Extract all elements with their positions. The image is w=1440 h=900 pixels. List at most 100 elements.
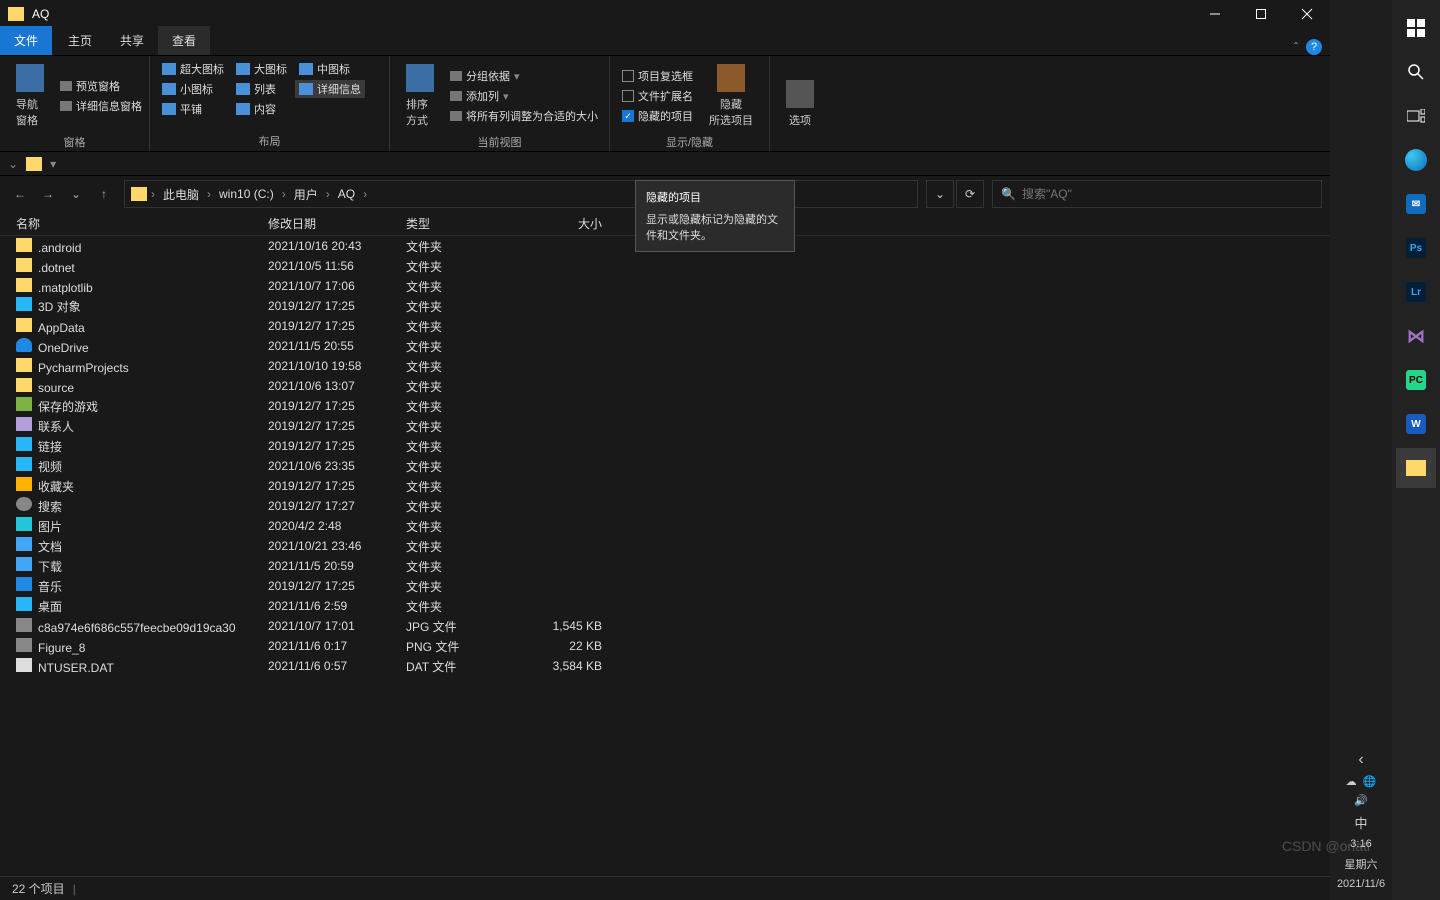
word-icon[interactable]: W xyxy=(1396,404,1436,444)
file-type: 文件夹 xyxy=(406,518,522,535)
chevron-right-icon[interactable]: › xyxy=(205,187,213,201)
network-tray-icon[interactable]: 🌐 xyxy=(1363,775,1377,788)
table-row[interactable]: 下载2021/11/5 20:59文件夹 xyxy=(0,556,1330,576)
layout-list[interactable]: 列表 xyxy=(232,80,291,98)
col-type[interactable]: 类型 xyxy=(406,215,522,232)
col-size[interactable]: 大小 xyxy=(522,215,602,232)
layout-md[interactable]: 中图标 xyxy=(295,60,365,78)
address-dropdown-button[interactable]: ⌄ xyxy=(926,180,954,208)
preview-pane-button[interactable]: 预览窗格 xyxy=(56,77,146,95)
layout-det-label: 详细信息 xyxy=(317,81,361,97)
tab-share[interactable]: 共享 xyxy=(106,26,158,55)
file-icon xyxy=(16,517,32,531)
volume-tray-icon[interactable]: 🔊 xyxy=(1354,794,1368,807)
table-row[interactable]: 文档2021/10/21 23:46文件夹 xyxy=(0,536,1330,556)
search-button[interactable] xyxy=(1396,52,1436,92)
chevron-right-icon[interactable]: › xyxy=(324,187,332,201)
table-row[interactable]: 视频2021/10/6 23:35文件夹 xyxy=(0,456,1330,476)
table-row[interactable]: c8a974e6f686c557feecbe09d19ca302021/10/7… xyxy=(0,616,1330,636)
hidden-items-toggle[interactable]: ✓隐藏的项目 xyxy=(618,107,697,125)
watermark: CSDN @oriatl xyxy=(1282,838,1370,854)
help-icon[interactable]: ? xyxy=(1306,39,1322,55)
table-row[interactable]: AppData2019/12/7 17:25文件夹 xyxy=(0,316,1330,336)
groupby-button[interactable]: 分组依据 ▾ xyxy=(446,67,602,85)
layout-sm[interactable]: 小图标 xyxy=(158,80,228,98)
breadcrumb-pc[interactable]: 此电脑 xyxy=(159,186,203,203)
group-show-label: 显示/隐藏 xyxy=(618,132,761,150)
folder-icon[interactable] xyxy=(26,157,42,171)
sort-button[interactable]: 排序方式 xyxy=(398,60,442,132)
breadcrumb-drive[interactable]: win10 (C:) xyxy=(215,187,278,201)
chevron-right-icon[interactable]: › xyxy=(149,187,157,201)
up-button[interactable]: ↑ xyxy=(92,182,116,206)
layout-content[interactable]: 内容 xyxy=(232,100,291,118)
table-row[interactable]: 图片2020/4/2 2:48文件夹 xyxy=(0,516,1330,536)
chevron-down-icon[interactable]: ⌄ xyxy=(8,157,18,171)
lightroom-icon[interactable]: Lr xyxy=(1396,272,1436,312)
address-bar[interactable]: › 此电脑 › win10 (C:) › 用户 › AQ › xyxy=(124,180,918,208)
table-row[interactable]: 3D 对象2019/12/7 17:25文件夹 xyxy=(0,296,1330,316)
onedrive-tray-icon[interactable]: ☁ xyxy=(1346,775,1357,788)
fitcols-button[interactable]: 将所有列调整为合适的大小 xyxy=(446,107,602,125)
breadcrumb-users[interactable]: 用户 xyxy=(290,186,322,203)
edge-icon[interactable] xyxy=(1396,140,1436,180)
window-title: AQ xyxy=(32,7,49,21)
table-row[interactable]: .dotnet2021/10/5 11:56文件夹 xyxy=(0,256,1330,276)
table-row[interactable]: 搜索2019/12/7 17:27文件夹 xyxy=(0,496,1330,516)
pycharm-icon[interactable]: PC xyxy=(1396,360,1436,400)
tab-file[interactable]: 文件 xyxy=(0,26,52,55)
table-row[interactable]: 联系人2019/12/7 17:25文件夹 xyxy=(0,416,1330,436)
ime-indicator[interactable]: 中 xyxy=(1354,813,1367,832)
table-row[interactable]: PycharmProjects2021/10/10 19:58文件夹 xyxy=(0,356,1330,376)
nav-pane-button[interactable]: 导航窗格 xyxy=(8,60,52,132)
table-row[interactable]: Figure_82021/11/6 0:17PNG 文件22 KB xyxy=(0,636,1330,656)
chevron-right-icon[interactable]: › xyxy=(280,187,288,201)
item-checkboxes-toggle[interactable]: 项目复选框 xyxy=(618,67,697,85)
table-row[interactable]: NTUSER.DAT2021/11/6 0:57DAT 文件3,584 KB xyxy=(0,656,1330,676)
taskview-button[interactable] xyxy=(1396,96,1436,136)
file-ext-toggle[interactable]: 文件扩展名 xyxy=(618,87,697,105)
table-row[interactable]: 桌面2021/11/6 2:59文件夹 xyxy=(0,596,1330,616)
layout-details[interactable]: 详细信息 xyxy=(295,80,365,98)
file-icon xyxy=(16,297,32,311)
table-row[interactable]: OneDrive2021/11/5 20:55文件夹 xyxy=(0,336,1330,356)
close-button[interactable] xyxy=(1284,0,1330,28)
options-button[interactable]: 选项 xyxy=(778,60,822,147)
details-pane-button[interactable]: 详细信息窗格 xyxy=(56,97,146,115)
table-row[interactable]: source2021/10/6 13:07文件夹 xyxy=(0,376,1330,396)
file-type: 文件夹 xyxy=(406,278,522,295)
photoshop-icon[interactable]: Ps xyxy=(1396,228,1436,268)
tab-view[interactable]: 查看 xyxy=(158,26,210,55)
table-row[interactable]: 收藏夹2019/12/7 17:25文件夹 xyxy=(0,476,1330,496)
file-name: 文档 xyxy=(38,540,62,554)
hide-selected-button[interactable]: 隐藏 所选项目 xyxy=(701,60,761,132)
breadcrumb-current[interactable]: AQ xyxy=(334,187,359,201)
minimize-button[interactable] xyxy=(1192,0,1238,28)
layout-lg[interactable]: 大图标 xyxy=(232,60,291,78)
explorer-icon[interactable] xyxy=(1396,448,1436,488)
table-row[interactable]: 保存的游戏2019/12/7 17:25文件夹 xyxy=(0,396,1330,416)
visualstudio-icon[interactable]: ⋈ xyxy=(1396,316,1436,356)
addcol-button[interactable]: 添加列 ▾ xyxy=(446,87,602,105)
maximize-button[interactable] xyxy=(1238,0,1284,28)
recent-button[interactable]: ⌄ xyxy=(64,182,88,206)
tab-home[interactable]: 主页 xyxy=(54,26,106,55)
forward-button[interactable]: → xyxy=(36,182,60,206)
layout-xl[interactable]: 超大图标 xyxy=(158,60,228,78)
col-date[interactable]: 修改日期 xyxy=(268,215,406,232)
start-button[interactable] xyxy=(1396,8,1436,48)
table-row[interactable]: .matplotlib2021/10/7 17:06文件夹 xyxy=(0,276,1330,296)
mail-icon[interactable]: ✉ xyxy=(1396,184,1436,224)
search-input[interactable] xyxy=(1022,187,1313,201)
refresh-button[interactable]: ⟳ xyxy=(956,180,984,208)
table-row[interactable]: 音乐2019/12/7 17:25文件夹 xyxy=(0,576,1330,596)
back-button[interactable]: ← xyxy=(8,182,32,206)
chevron-down-icon[interactable]: ▾ xyxy=(50,157,56,171)
chevron-right-icon[interactable]: › xyxy=(361,187,369,201)
tray-expand-icon[interactable]: ‹ xyxy=(1358,751,1363,769)
table-row[interactable]: 链接2019/12/7 17:25文件夹 xyxy=(0,436,1330,456)
search-box[interactable]: 🔍 xyxy=(992,180,1322,208)
layout-tile[interactable]: 平铺 xyxy=(158,100,228,118)
col-name[interactable]: 名称 xyxy=(16,215,268,232)
collapse-ribbon-icon[interactable]: ˆ xyxy=(1294,40,1298,54)
